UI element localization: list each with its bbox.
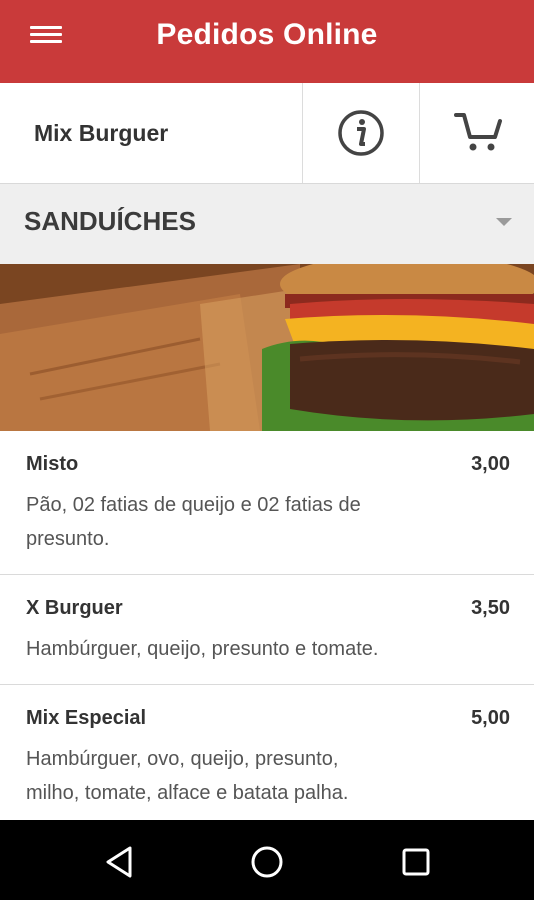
category-header[interactable]: SANDUÍCHES bbox=[0, 184, 534, 264]
app-bar: Pedidos Online bbox=[0, 0, 534, 83]
category-label: SANDUÍCHES bbox=[24, 206, 196, 236]
store-bar: Mix Burguer bbox=[0, 83, 534, 184]
menu-item-description: Hambúrguer, ovo, queijo, presunto, milho… bbox=[26, 742, 444, 810]
info-button[interactable] bbox=[302, 83, 418, 183]
chevron-down-icon bbox=[496, 218, 512, 226]
menu-item-price: 5,00 bbox=[471, 707, 510, 729]
menu-item-name: X Burguer bbox=[26, 597, 123, 619]
store-name: Mix Burguer bbox=[34, 120, 169, 146]
menu-item-description: Hambúrguer, queijo, presunto e tomate. bbox=[26, 632, 514, 666]
menu-item-description-line: Hambúrguer, ovo, queijo, presunto, bbox=[26, 748, 339, 770]
app-title: Pedidos Online bbox=[156, 18, 378, 51]
menu-item-price: 3,50 bbox=[471, 597, 510, 619]
recents-square-icon[interactable] bbox=[396, 842, 436, 882]
menu-item-description: Pão, 02 fatias de queijo e 02 fatias de … bbox=[26, 488, 444, 556]
cart-button[interactable] bbox=[419, 83, 534, 183]
menu-item-description-line: Hambúrguer, queijo, presunto e tomate. bbox=[26, 638, 379, 660]
menu-item[interactable]: Misto 3,00 Pão, 02 fatias de queijo e 02… bbox=[0, 431, 534, 575]
menu-item[interactable]: Mix Especial 5,00 Hambúrguer, ovo, queij… bbox=[0, 685, 534, 825]
menu-item-name: Mix Especial bbox=[26, 707, 147, 729]
menu-item-description-line: Pão, 02 fatias de queijo e 02 fatias de bbox=[26, 494, 361, 516]
back-triangle-icon[interactable] bbox=[100, 842, 140, 882]
menu-item[interactable]: X Burguer 3,50 Hambúrguer, queijo, presu… bbox=[0, 575, 534, 685]
home-circle-icon[interactable] bbox=[247, 842, 287, 882]
cart-icon bbox=[454, 113, 502, 151]
info-icon bbox=[338, 110, 384, 156]
menu-item-name: Misto bbox=[26, 453, 79, 475]
menu-item-description-line: milho, tomate, alface e batata palha. bbox=[26, 782, 349, 804]
system-nav-bar bbox=[0, 820, 534, 900]
category-banner-image bbox=[0, 264, 534, 431]
menu-item-price: 3,00 bbox=[471, 453, 510, 475]
menu-item-description-line: presunto. bbox=[26, 528, 110, 550]
menu-item-list: Misto 3,00 Pão, 02 fatias de queijo e 02… bbox=[0, 431, 534, 825]
